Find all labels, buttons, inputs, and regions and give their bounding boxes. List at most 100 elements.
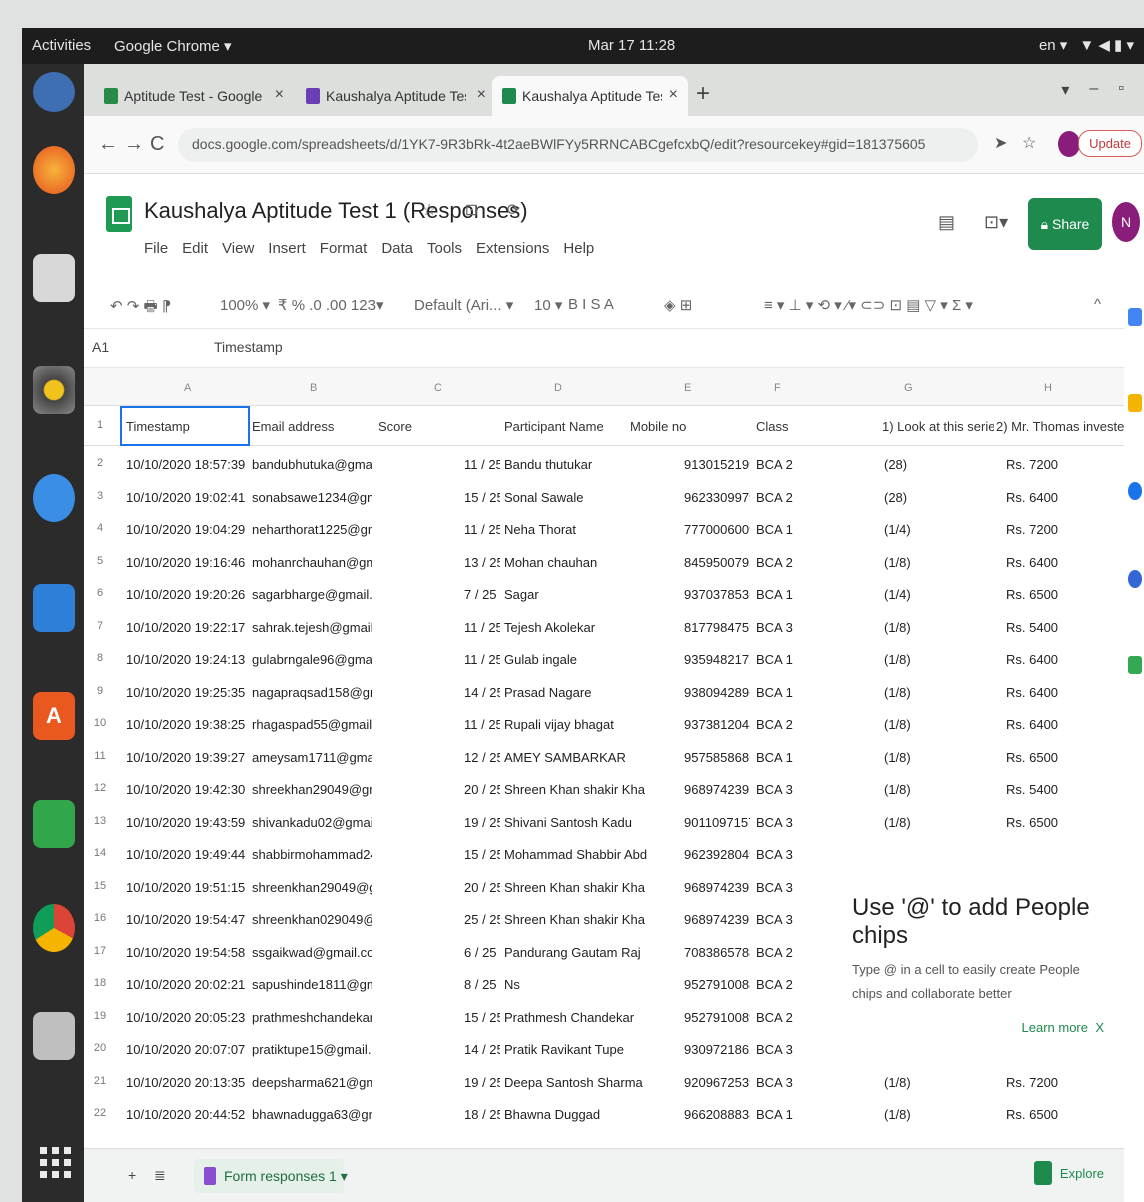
table-cell[interactable]: Deepa Santosh Sharma (504, 1075, 676, 1090)
table-cell[interactable]: 10/10/2020 19:04:29 (126, 522, 250, 537)
table-cell[interactable]: pratiktupe15@gmail.com (252, 1042, 372, 1057)
row-number[interactable]: 22 (84, 1107, 116, 1119)
learn-more-link[interactable]: Learn more (1022, 1020, 1088, 1035)
table-cell[interactable]: 7 / 25 (464, 587, 500, 602)
table-cell[interactable]: Rs. 7200 (1006, 522, 1116, 537)
align-tools[interactable]: ≡ ▾ ⊥ ▾ ⟲ ▾ ⁄▾ ⊂⊃ ⊡ ▤ ▽ ▾ Σ ▾ (764, 296, 973, 314)
table-cell[interactable]: bhawnadugga63@gmail (252, 1107, 372, 1122)
table-cell[interactable]: Rs. 5400 (1006, 620, 1116, 635)
header-cell[interactable]: Score (378, 419, 412, 434)
table-cell[interactable]: 8177984759 (684, 620, 750, 635)
table-cell[interactable]: 25 / 25 (464, 912, 500, 927)
table-cell[interactable]: Rs. 7200 (1006, 457, 1116, 472)
table-cell[interactable]: BCA 3 (756, 912, 816, 927)
table-cell[interactable]: (1/8) (884, 555, 994, 570)
chrome-icon[interactable] (33, 904, 75, 952)
table-cell[interactable]: Rs. 6400 (1006, 652, 1116, 667)
new-tab-button[interactable]: + (696, 80, 710, 108)
ubuntu-icon[interactable] (33, 72, 75, 112)
table-cell[interactable]: 10/10/2020 19:02:41 (126, 490, 250, 505)
fill-borders-buttons[interactable]: ◈ ⊞ (664, 296, 692, 314)
table-cell[interactable]: (1/8) (884, 815, 994, 830)
header-cell[interactable]: 2) Mr. Thomas invested (996, 419, 1124, 434)
table-cell[interactable]: 20 / 25 (464, 880, 500, 895)
table-cell[interactable]: 10/10/2020 19:49:44 (126, 847, 250, 862)
table-cell[interactable]: nagapraqsad158@gma (252, 685, 372, 700)
table-cell[interactable]: (1/8) (884, 782, 994, 797)
table-cell[interactable]: Rs. 5400 (1006, 782, 1116, 797)
all-sheets-button[interactable]: ≣ (154, 1167, 166, 1184)
contacts-icon[interactable] (1128, 570, 1142, 588)
table-cell[interactable]: Mohan chauhan (504, 555, 676, 570)
table-cell[interactable]: 11 / 25 (464, 620, 500, 635)
table-cell[interactable]: Rs. 6400 (1006, 685, 1116, 700)
table-cell[interactable]: AMEY SAMBARKAR (504, 750, 676, 765)
table-cell[interactable]: 15 / 25 (464, 847, 500, 862)
table-cell[interactable]: Bandu thutukar (504, 457, 676, 472)
row-number[interactable]: 6 (84, 587, 116, 599)
table-cell[interactable]: 9130152199 (684, 457, 750, 472)
table-cell[interactable]: sahrak.tejesh@gmail.co (252, 620, 372, 635)
software-center-icon[interactable]: A (33, 692, 75, 740)
header-cell[interactable]: 1) Look at this series: 2, (882, 419, 994, 434)
menu-view[interactable]: View (222, 240, 254, 257)
table-cell[interactable]: 6 / 25 (464, 945, 500, 960)
row-number[interactable]: 9 (84, 685, 116, 697)
number-format-buttons[interactable]: ₹ % .0 .00 123▾ (278, 296, 383, 314)
update-button[interactable]: Update (1078, 130, 1142, 157)
column-header-a[interactable]: A (184, 382, 191, 394)
table-cell[interactable]: Rupali vijay bhagat (504, 717, 676, 732)
rhythmbox-icon[interactable] (33, 366, 75, 414)
row-number[interactable]: 4 (84, 522, 116, 534)
table-cell[interactable]: 8459500795 (684, 555, 750, 570)
table-cell[interactable]: Rs. 6400 (1006, 555, 1116, 570)
table-cell[interactable]: Rs. 7200 (1006, 1075, 1116, 1090)
table-cell[interactable]: shivankadu02@gmail.cc (252, 815, 372, 830)
table-cell[interactable]: BCA 3 (756, 847, 816, 862)
column-header-f[interactable]: F (774, 382, 781, 394)
forward-button[interactable]: → (124, 133, 144, 156)
font-size-select[interactable]: 10 ▾ (534, 296, 562, 314)
table-cell[interactable]: bandubhutuka@gmail.c (252, 457, 372, 472)
row-number[interactable]: 13 (84, 815, 116, 827)
cast-icon[interactable]: ➤ (994, 133, 1007, 153)
trash-icon[interactable] (33, 1012, 75, 1060)
row-number[interactable]: 17 (84, 945, 116, 957)
header-cell[interactable]: Email address (252, 419, 334, 434)
table-cell[interactable]: 10/10/2020 20:44:52 (126, 1107, 250, 1122)
header-cell[interactable]: Timestamp (126, 419, 190, 434)
table-cell[interactable]: BCA 2 (756, 717, 816, 732)
table-cell[interactable]: 11 / 25 (464, 457, 500, 472)
table-cell[interactable]: 7770006009 (684, 522, 750, 537)
table-cell[interactable]: deepsharma621@gm (252, 1075, 372, 1090)
table-cell[interactable]: Mohammad Shabbir Abd (504, 847, 676, 862)
table-cell[interactable]: 18 / 25 (464, 1107, 500, 1122)
table-cell[interactable]: gulabrngale96@gmail.c (252, 652, 372, 667)
activities-button[interactable]: Activities (32, 37, 91, 54)
column-header-d[interactable]: D (554, 382, 562, 394)
table-cell[interactable]: 9527910089 (684, 1010, 750, 1025)
menu-format[interactable]: Format (320, 240, 368, 257)
table-cell[interactable]: BCA 1 (756, 587, 816, 602)
maximize-button[interactable]: ▫ (1118, 80, 1124, 100)
table-cell[interactable]: 9575858686 (684, 750, 750, 765)
table-cell[interactable]: BCA 1 (756, 750, 816, 765)
table-cell[interactable]: Rs. 6500 (1006, 750, 1116, 765)
row-number[interactable]: 5 (84, 555, 116, 567)
tip-close-button[interactable]: X (1095, 1020, 1104, 1035)
table-cell[interactable]: BCA 1 (756, 652, 816, 667)
menu-data[interactable]: Data (381, 240, 413, 257)
table-cell[interactable]: 10/10/2020 19:51:15 (126, 880, 250, 895)
table-cell[interactable]: Ns (504, 977, 676, 992)
table-cell[interactable]: 15 / 25 (464, 1010, 500, 1025)
table-cell[interactable]: (1/8) (884, 1107, 994, 1122)
table-cell[interactable]: 10/10/2020 19:42:30 (126, 782, 250, 797)
table-cell[interactable]: Rs. 6500 (1006, 587, 1116, 602)
table-cell[interactable]: 8 / 25 (464, 977, 500, 992)
row-number[interactable]: 11 (84, 750, 116, 762)
table-cell[interactable]: Prasad Nagare (504, 685, 676, 700)
tab-kaushalya-2[interactable]: Kaushalya Aptitude Test × (492, 76, 688, 116)
table-cell[interactable]: 10/10/2020 19:24:13 (126, 652, 250, 667)
files-icon[interactable] (33, 254, 75, 302)
table-cell[interactable]: 11 / 25 (464, 522, 500, 537)
